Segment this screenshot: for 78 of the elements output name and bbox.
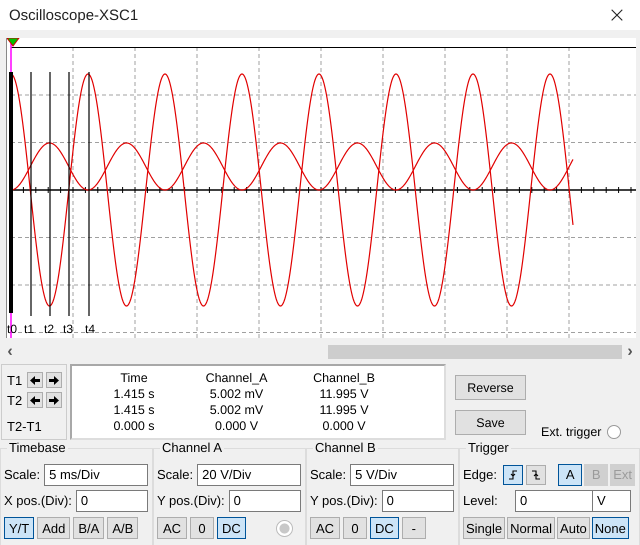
cursor-label: t1 <box>24 322 34 336</box>
field-label: Scale: <box>157 467 194 482</box>
trigger-mode-button[interactable]: None <box>592 517 629 539</box>
table-cell-text: 1.415 s <box>112 402 156 418</box>
group-title: Timebase <box>7 440 68 455</box>
edge-button[interactable] <box>526 464 546 484</box>
table-cell-text: 0.000 s <box>112 418 156 434</box>
field-label: Edge: <box>463 467 498 482</box>
mode-button[interactable]: B/A <box>73 517 104 539</box>
table-cell-text: 11.995 V <box>318 402 370 418</box>
coupling-button[interactable]: 0 <box>343 517 367 539</box>
right-arrow-icon <box>49 396 59 404</box>
trigger-mode-button[interactable]: Normal <box>507 517 556 539</box>
table-cell-text: 5.002 mV <box>208 386 264 402</box>
table-cell-text: 1.415 s <box>112 386 156 402</box>
table-cell-text: 0.000 V <box>321 418 367 434</box>
horizontal-scrollbar[interactable]: ‹ › <box>2 344 638 360</box>
coupling-button[interactable]: AC <box>310 517 340 539</box>
scroll-left-button[interactable]: ‹ <box>2 345 18 359</box>
cursor-label: t3 <box>63 322 74 336</box>
table-cell-text: 5.002 mV <box>208 402 264 418</box>
window-title: Oscilloscope-XSC1 <box>9 6 138 24</box>
coupling-button[interactable]: DC <box>217 517 246 539</box>
input-field[interactable]: 0 <box>515 490 593 512</box>
input-field[interactable]: 20 V/Div <box>197 464 301 486</box>
left-arrow-icon <box>30 376 40 384</box>
right-arrow-icon <box>49 376 59 384</box>
column-header: Channel_B <box>312 370 376 386</box>
radio-button[interactable] <box>607 425 622 439</box>
column-header: Time <box>119 370 149 386</box>
cursor-label: T1 <box>7 372 24 388</box>
source-button[interactable]: A <box>558 464 582 486</box>
field-label: X pos.(Div): <box>4 493 72 508</box>
action-button[interactable]: Save <box>455 410 526 435</box>
field-label: Y pos.(Div): <box>157 493 225 508</box>
rising-edge-icon <box>508 468 518 480</box>
falling-edge-icon <box>531 468 542 480</box>
table-cell-text: 0.000 V <box>214 418 260 434</box>
cursor-label: t2 <box>44 322 54 336</box>
coupling-button[interactable]: - <box>402 517 426 539</box>
field-label: Y pos.(Div): <box>310 493 378 508</box>
input-field[interactable]: 0 <box>76 490 148 512</box>
trigger-mode-button[interactable]: Auto <box>557 517 590 539</box>
group-title: Trigger <box>466 440 511 455</box>
mode-button[interactable]: Y/T <box>4 517 34 539</box>
scroll-thumb[interactable] <box>328 345 622 359</box>
input-field[interactable]: 5 V/Div <box>350 464 454 486</box>
cursor-label: T2-T1 <box>7 419 42 434</box>
mode-button[interactable]: A/B <box>107 517 138 539</box>
input-field[interactable]: 0 <box>228 490 301 512</box>
coupling-button[interactable]: 0 <box>190 517 214 539</box>
cursor-label: t4 <box>85 322 96 336</box>
field-label: Scale: <box>4 467 40 482</box>
group-title: Channel A <box>160 440 224 455</box>
trigger-marker-icon <box>7 38 20 47</box>
input-field[interactable]: 5 ms/Div <box>44 464 148 486</box>
scroll-right-button[interactable]: › <box>622 345 638 359</box>
cursor-step-button[interactable] <box>46 392 62 408</box>
action-button[interactable]: Reverse <box>455 375 526 400</box>
cursor-step-button[interactable] <box>46 372 62 388</box>
unit-field[interactable]: V <box>593 490 631 512</box>
input-field[interactable]: 0 <box>382 490 454 512</box>
field-label: Level: <box>463 493 499 508</box>
ext-trigger-label: Ext. trigger <box>541 425 602 439</box>
cursor-step-button[interactable] <box>27 392 43 408</box>
coupling-button[interactable]: DC <box>370 517 399 539</box>
close-button[interactable]: × <box>594 0 640 30</box>
trigger-mode-button[interactable]: Single <box>463 517 506 539</box>
column-header: Channel_A <box>204 370 268 386</box>
field-label: Scale: <box>310 467 346 482</box>
coupling-button[interactable]: AC <box>157 517 187 539</box>
mode-button[interactable]: Add <box>37 517 70 539</box>
group-title: Channel B <box>313 440 378 455</box>
left-arrow-icon <box>30 396 40 404</box>
cursor-step-button[interactable] <box>27 372 43 388</box>
table-cell-text: 11.995 V <box>318 386 370 402</box>
cursor-label: T2 <box>7 392 24 408</box>
edge-button[interactable] <box>503 464 524 484</box>
